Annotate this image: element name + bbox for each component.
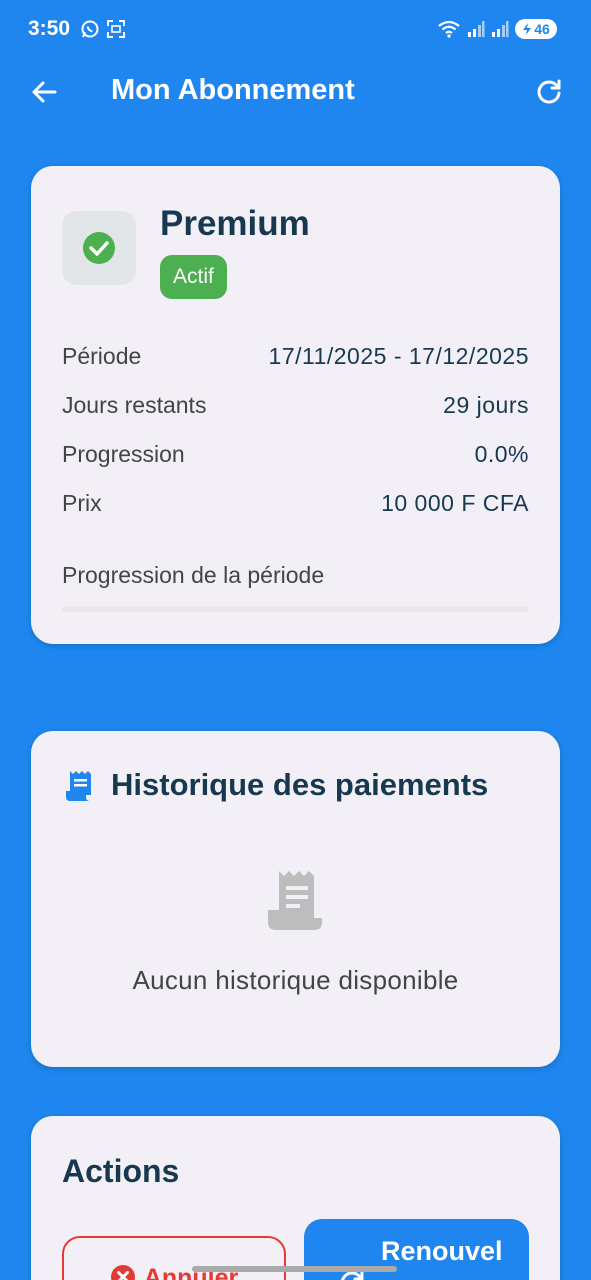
screenshot-icon bbox=[107, 20, 125, 38]
status-time: 3:50 bbox=[28, 17, 71, 40]
wifi-icon bbox=[438, 20, 460, 38]
info-row-days-left: Jours restants 29 jours bbox=[62, 389, 529, 421]
signal-icon bbox=[492, 21, 509, 37]
signal-icon bbox=[468, 21, 485, 37]
info-row-period: Période 17/11/2025 - 17/12/2025 bbox=[62, 340, 529, 372]
home-indicator[interactable] bbox=[192, 1266, 397, 1272]
battery-indicator: 46 bbox=[515, 19, 557, 39]
empty-history-message: Aucun historique disponible bbox=[132, 965, 459, 995]
actions-title: Actions bbox=[62, 1153, 180, 1189]
app-bar: Mon Abonnement bbox=[0, 60, 591, 124]
refresh-button[interactable] bbox=[529, 72, 569, 112]
whatsapp-icon bbox=[81, 20, 99, 38]
subscription-card: Premium Actif Période 17/11/2025 - 17/12… bbox=[31, 166, 560, 644]
status-bar: 3:50 46 bbox=[0, 0, 591, 60]
receipt-icon bbox=[66, 771, 91, 801]
info-label: Jours restants bbox=[62, 391, 207, 418]
page-title: Mon Abonnement bbox=[111, 74, 355, 106]
actions-card: Actions Annuler Renouvel bbox=[31, 1116, 560, 1280]
period-progress-bar bbox=[62, 606, 529, 612]
payment-history-title: Historique des paiements bbox=[111, 767, 489, 802]
info-row-progress: Progression 0.0% bbox=[62, 438, 529, 470]
info-label: Progression bbox=[62, 440, 185, 467]
info-row-price: Prix 10 000 F CFA bbox=[62, 487, 529, 519]
arrow-left-icon bbox=[32, 81, 57, 103]
refresh-icon bbox=[537, 79, 561, 104]
back-button[interactable] bbox=[24, 72, 64, 112]
battery-level: 46 bbox=[534, 21, 550, 37]
info-value: 29 jours bbox=[443, 391, 529, 418]
status-notification-icons bbox=[80, 19, 126, 39]
info-value: 0.0% bbox=[474, 440, 529, 467]
cancel-circle-icon bbox=[110, 1265, 135, 1280]
info-label: Prix bbox=[62, 489, 102, 516]
cancel-subscription-button[interactable]: Annuler bbox=[62, 1236, 286, 1280]
payment-history-card: Historique des paiements Aucun historiqu… bbox=[31, 731, 560, 1067]
plan-status-icon-box bbox=[62, 211, 136, 285]
info-value: 17/11/2025 - 17/12/2025 bbox=[268, 342, 529, 369]
status-badge: Actif bbox=[160, 255, 227, 299]
charging-icon bbox=[523, 23, 532, 35]
period-progress-label: Progression de la période bbox=[62, 562, 325, 588]
status-system-icons: 46 bbox=[437, 19, 557, 39]
renew-button-label: Renouvel bbox=[381, 1236, 503, 1266]
receipt-icon bbox=[268, 871, 322, 930]
info-value: 10 000 F CFA bbox=[381, 489, 529, 516]
check-circle-icon bbox=[83, 232, 115, 264]
plan-name: Premium bbox=[160, 204, 310, 243]
info-label: Période bbox=[62, 342, 142, 369]
